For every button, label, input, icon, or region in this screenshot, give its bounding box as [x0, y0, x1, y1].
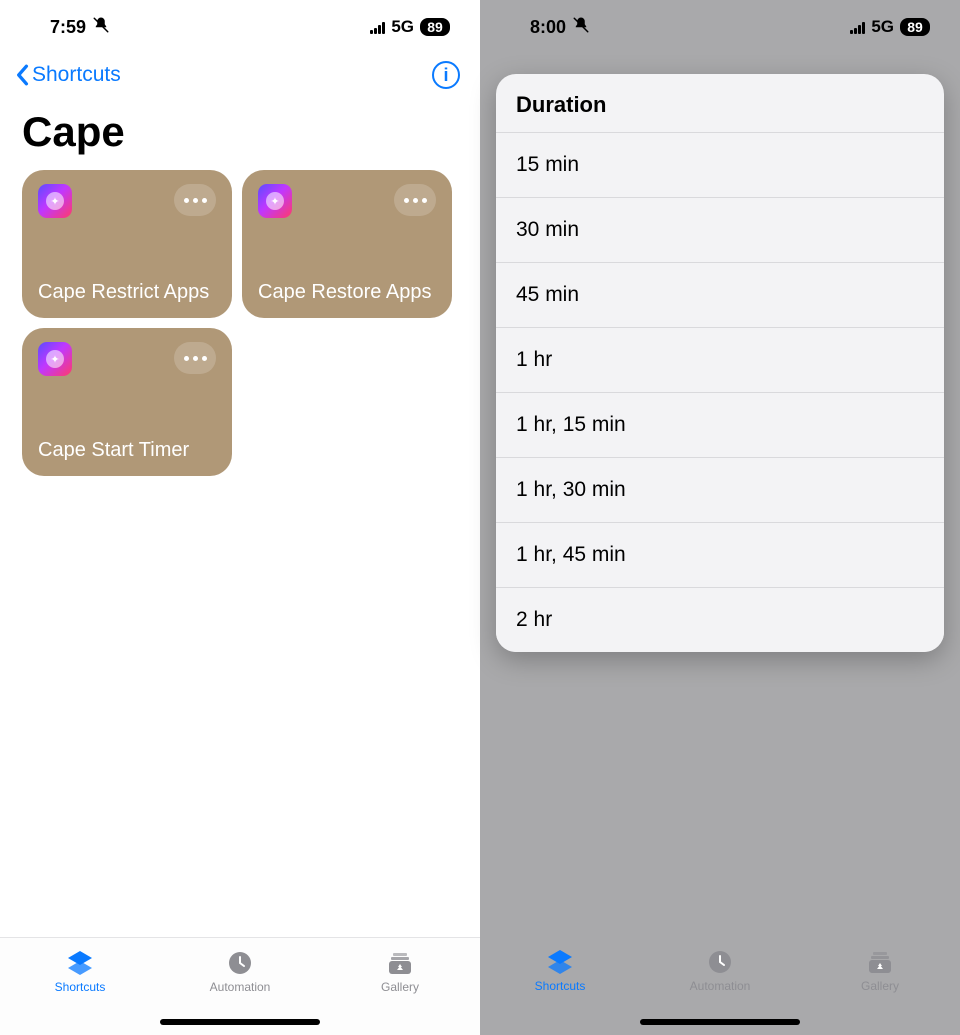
battery-level: 89: [420, 18, 450, 36]
tab-shortcuts[interactable]: Shortcuts: [500, 949, 620, 993]
page-title: Cape: [0, 100, 480, 170]
status-time: 8:00: [530, 17, 566, 38]
duration-option[interactable]: 15 min: [496, 133, 944, 198]
network-label: 5G: [871, 17, 894, 37]
duration-option[interactable]: 1 hr, 45 min: [496, 523, 944, 588]
shortcut-label: Cape Restore Apps: [258, 280, 436, 304]
tab-automation[interactable]: Automation: [180, 950, 300, 994]
shortcut-tile[interactable]: ✦ Cape Start Timer: [22, 328, 232, 476]
automation-icon: [705, 949, 735, 975]
chevron-left-icon: [14, 64, 30, 86]
gallery-icon: [385, 950, 415, 976]
shortcut-tile[interactable]: ✦ Cape Restore Apps: [242, 170, 452, 318]
back-label: Shortcuts: [32, 63, 121, 87]
duration-option[interactable]: 2 hr: [496, 588, 944, 652]
duration-option[interactable]: 1 hr, 30 min: [496, 458, 944, 523]
tab-label: Gallery: [861, 979, 899, 993]
status-time: 7:59: [50, 17, 86, 38]
status-bar: 8:00 5G 89: [480, 0, 960, 54]
tab-gallery[interactable]: Gallery: [820, 949, 940, 993]
tab-label: Shortcuts: [535, 979, 586, 993]
automation-icon: [225, 950, 255, 976]
duration-option[interactable]: 30 min: [496, 198, 944, 263]
shortcut-tile[interactable]: ✦ Cape Restrict Apps: [22, 170, 232, 318]
shortcut-app-icon: ✦: [38, 184, 72, 218]
more-button[interactable]: [394, 184, 436, 216]
shortcuts-icon: [65, 950, 95, 976]
silent-icon: [572, 16, 590, 39]
shortcut-label: Cape Restrict Apps: [38, 280, 216, 304]
duration-picker-card: Duration 15 min 30 min 45 min 1 hr 1 hr,…: [496, 74, 944, 652]
shortcut-app-icon: ✦: [258, 184, 292, 218]
tab-label: Automation: [690, 979, 751, 993]
network-label: 5G: [391, 17, 414, 37]
more-button[interactable]: [174, 342, 216, 374]
tab-gallery[interactable]: Gallery: [340, 950, 460, 994]
tab-label: Gallery: [381, 980, 419, 994]
tab-bar: Shortcuts Automation Gallery: [0, 937, 480, 1035]
battery-level: 89: [900, 18, 930, 36]
tab-bar: Shortcuts Automation Gallery: [480, 937, 960, 1035]
phone-screenshot-left: 7:59 5G 89 Shortcuts i Cape: [0, 0, 480, 1035]
info-icon: i: [443, 65, 448, 86]
nav-bar: Shortcuts i: [0, 54, 480, 100]
shortcut-app-icon: ✦: [38, 342, 72, 376]
tab-label: Automation: [210, 980, 271, 994]
more-button[interactable]: [174, 184, 216, 216]
duration-option[interactable]: 45 min: [496, 263, 944, 328]
tab-automation[interactable]: Automation: [660, 949, 780, 993]
duration-option[interactable]: 1 hr: [496, 328, 944, 393]
info-button[interactable]: i: [432, 61, 460, 89]
home-indicator[interactable]: [640, 1019, 800, 1025]
shortcut-label: Cape Start Timer: [38, 438, 216, 462]
phone-screenshot-right: 8:00 5G 89 Duration 15 min 30 min 45 min…: [480, 0, 960, 1035]
shortcut-grid: ✦ Cape Restrict Apps ✦ Cape Restore Apps…: [0, 170, 480, 476]
tab-shortcuts[interactable]: Shortcuts: [20, 950, 140, 994]
home-indicator[interactable]: [160, 1019, 320, 1025]
back-button[interactable]: Shortcuts: [14, 63, 121, 87]
status-bar: 7:59 5G 89: [0, 0, 480, 54]
tab-label: Shortcuts: [55, 980, 106, 994]
duration-option[interactable]: 1 hr, 15 min: [496, 393, 944, 458]
gallery-icon: [865, 949, 895, 975]
shortcuts-icon: [545, 949, 575, 975]
signal-icon: [370, 20, 385, 34]
picker-title: Duration: [496, 74, 944, 133]
silent-icon: [92, 16, 110, 39]
signal-icon: [850, 20, 865, 34]
